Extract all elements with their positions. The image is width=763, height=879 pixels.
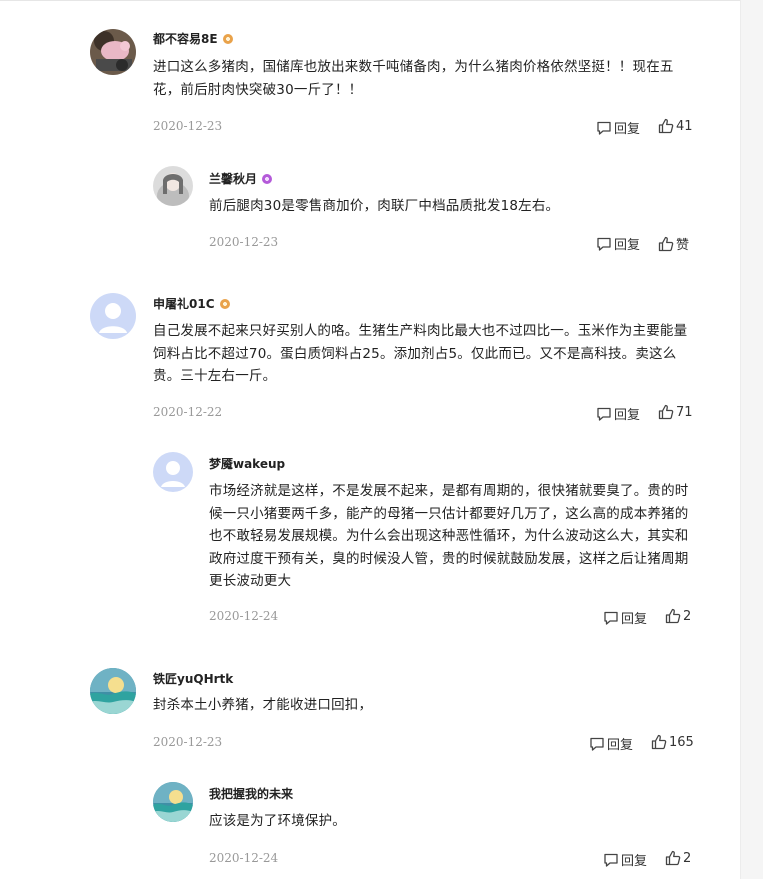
- comment-text: 进口这么多猪肉，国储库也放出来数千吨储备肉，为什么猪肉价格依然坚挺！！现在五花，…: [153, 59, 674, 98]
- scrollbar[interactable]: [740, 0, 763, 879]
- thumbs-up-icon: [665, 850, 681, 866]
- like-count: 2: [683, 850, 692, 866]
- like-count: 71: [676, 404, 693, 420]
- reply-button[interactable]: 回复: [603, 850, 647, 869]
- comment-icon: [604, 611, 618, 625]
- like-button[interactable]: 2: [665, 608, 691, 624]
- comment-date: 2020-12-23: [153, 735, 223, 749]
- reply-date: 2020-12-23: [209, 235, 279, 249]
- comment-icon: [597, 407, 611, 421]
- reply-text: 应该是为了环境保护。: [209, 813, 346, 829]
- comment-username[interactable]: 都不容易8E: [153, 30, 233, 47]
- like-button[interactable]: 71: [658, 404, 693, 420]
- reply-text: 市场经济就是这样，不是发展不起来，是都有周期的，很快猪就要臭了。贵的时候一只小猪…: [209, 483, 689, 589]
- reply-username[interactable]: 兰馨秋月: [209, 170, 273, 187]
- reply-label: 回复: [614, 408, 641, 423]
- comment-date: 2020-12-22: [153, 405, 223, 419]
- comment-icon: [590, 737, 604, 751]
- reply-label: 回复: [614, 122, 641, 137]
- thumbs-up-icon: [658, 118, 674, 134]
- comment-icon: [597, 237, 611, 251]
- reply-button[interactable]: 回复: [589, 734, 633, 753]
- reply-text: 前后腿肉30是零售商加价，肉联厂中档品质批发18左右。: [209, 198, 560, 214]
- thumbs-up-icon: [651, 734, 667, 750]
- username-text[interactable]: 都不容易8E: [153, 30, 218, 47]
- reply-button[interactable]: 回复: [596, 118, 640, 137]
- username-text[interactable]: 兰馨秋月: [209, 170, 257, 187]
- thumbs-up-icon: [658, 404, 674, 420]
- comment-username[interactable]: 铁匠yuQHrtk: [153, 670, 233, 687]
- reply-username[interactable]: 梦魇wakeup: [209, 455, 285, 472]
- avatar[interactable]: [153, 166, 193, 206]
- comment-icon: [604, 853, 618, 867]
- level-badge-icon: [262, 173, 273, 184]
- comment-text: 自己发展不起来只好买别人的咯。生猪生产料肉比最大也不过四比一。玉米作为主要能量饲…: [153, 323, 688, 384]
- avatar[interactable]: [90, 29, 136, 75]
- reply-username[interactable]: 我把握我的未来: [209, 785, 293, 802]
- comment-icon: [597, 121, 611, 135]
- avatar[interactable]: [90, 293, 136, 339]
- username-text[interactable]: 我把握我的未来: [209, 785, 293, 802]
- reply-label: 回复: [621, 612, 648, 627]
- comment-username[interactable]: 申屠礼01C: [153, 295, 230, 312]
- thumbs-up-icon: [658, 236, 674, 251]
- level-badge-icon: [219, 298, 230, 309]
- reply-label: 回复: [607, 738, 634, 753]
- like-button[interactable]: 2: [665, 850, 691, 866]
- username-text[interactable]: 申屠礼01C: [153, 295, 215, 312]
- comment-date: 2020-12-23: [153, 119, 223, 133]
- reply-button[interactable]: 回复: [596, 234, 640, 253]
- thumbs-up-icon: [665, 608, 681, 624]
- avatar[interactable]: [90, 668, 136, 714]
- like-count: 165: [669, 734, 694, 750]
- like-count: 2: [683, 608, 692, 624]
- reply-button[interactable]: 回复: [596, 404, 640, 423]
- username-text[interactable]: 铁匠yuQHrtk: [153, 670, 233, 687]
- like-button[interactable]: 165: [651, 734, 694, 750]
- top-divider: [0, 0, 763, 1]
- username-text[interactable]: 梦魇wakeup: [209, 455, 285, 472]
- reply-label: 回复: [614, 238, 641, 253]
- like-button[interactable]: 41: [658, 118, 693, 134]
- comment-text: 封杀本土小养猪，才能收进口回扣，: [153, 697, 373, 713]
- avatar[interactable]: [153, 452, 193, 492]
- like-button[interactable]: 赞: [658, 234, 689, 253]
- reply-date: 2020-12-24: [209, 609, 279, 623]
- reply-label: 回复: [621, 854, 648, 869]
- reply-date: 2020-12-24: [209, 851, 279, 865]
- like-count: 赞: [676, 238, 690, 253]
- like-count: 41: [676, 118, 693, 134]
- level-badge-icon: [222, 33, 233, 44]
- reply-button[interactable]: 回复: [603, 608, 647, 627]
- avatar[interactable]: [153, 782, 193, 822]
